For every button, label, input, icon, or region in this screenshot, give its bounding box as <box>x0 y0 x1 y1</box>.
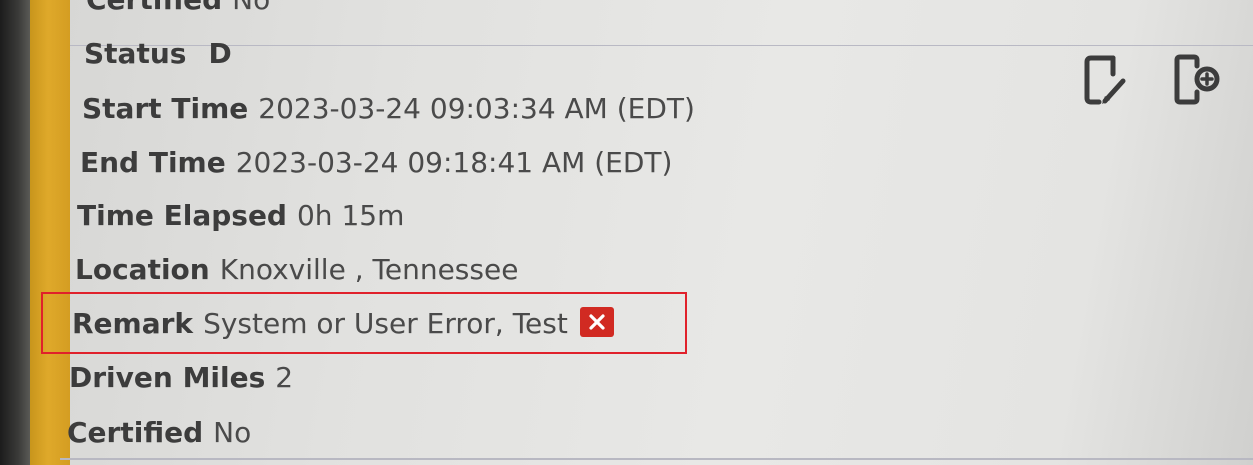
divider <box>60 458 1253 460</box>
location-value: Knoxville , Tennessee <box>219 253 519 286</box>
field-value: No <box>232 0 270 16</box>
field-label: Certified <box>86 0 222 16</box>
remark-label: Remark <box>72 307 194 340</box>
remark-value: System or User Error, Test <box>203 307 568 340</box>
previous-certified-row: Certified No <box>86 0 270 17</box>
start-time-label: Start Time <box>82 92 249 125</box>
end-time-value: 2023-03-24 09:18:41 AM (EDT) <box>235 146 673 179</box>
end-time-row: End Time 2023-03-24 09:18:41 AM (EDT) <box>80 146 672 180</box>
add-button[interactable] <box>1171 52 1221 108</box>
divider <box>70 45 1253 46</box>
driven-miles-row: Driven Miles 2 <box>69 361 293 395</box>
status-row: Status D <box>84 37 232 71</box>
device-bezel <box>0 0 30 465</box>
log-detail-screen: Certified No Status D Start Time 2023-03-24… <box>0 0 1253 465</box>
remark-row: Remark System or User Error, Test <box>72 307 614 341</box>
location-row: Location Knoxville , Tennessee <box>75 253 518 287</box>
driven-miles-value: 2 <box>275 361 294 394</box>
driven-miles-label: Driven Miles <box>69 361 266 394</box>
status-accent-bar <box>30 0 70 465</box>
start-time-value: 2023-03-24 09:03:34 AM (EDT) <box>258 92 695 125</box>
time-elapsed-label: Time Elapsed <box>77 199 287 232</box>
time-elapsed-value: 0h 15m <box>296 199 405 232</box>
certified-label: Certified <box>67 416 204 449</box>
status-label: Status <box>84 37 187 70</box>
edit-button[interactable] <box>1083 52 1133 108</box>
certified-value: No <box>213 416 252 449</box>
start-time-row: Start Time 2023-03-24 09:03:34 AM (EDT) <box>82 92 695 126</box>
time-elapsed-row: Time Elapsed 0h 15m <box>77 199 404 233</box>
add-document-icon <box>1174 54 1220 105</box>
certified-row: Certified No <box>67 416 251 450</box>
status-value: D <box>208 37 232 70</box>
remove-remark-button[interactable] <box>579 307 614 337</box>
close-icon <box>589 314 605 330</box>
location-label: Location <box>75 253 210 286</box>
edit-document-icon <box>1084 55 1126 105</box>
end-time-label: End Time <box>80 146 226 179</box>
